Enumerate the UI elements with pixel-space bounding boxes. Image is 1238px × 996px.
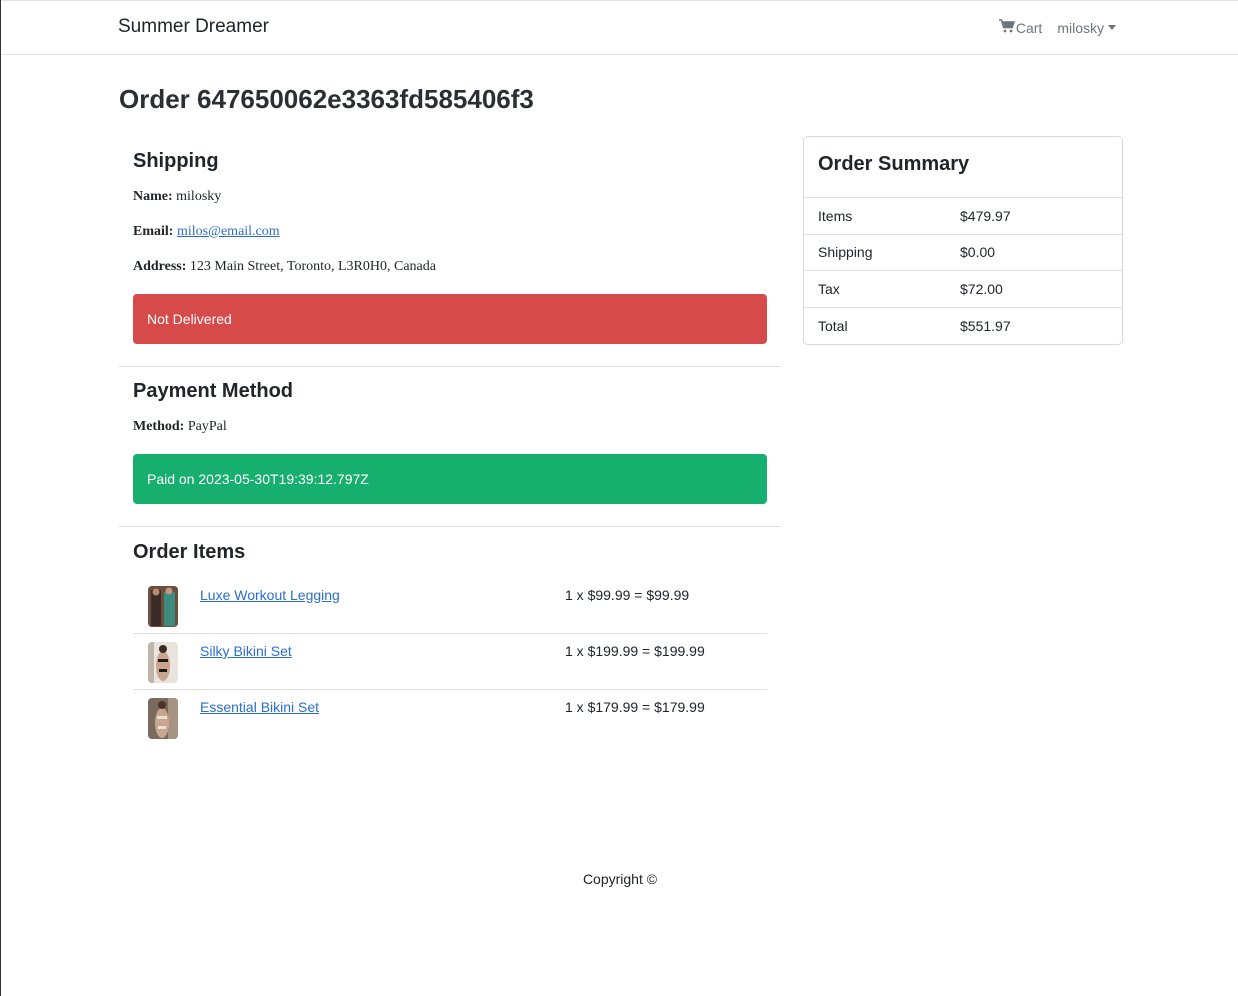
order-items-section: Order Items Luxe Workout Legging 1 x $99… [119,526,781,768]
item-price: 1 x $99.99 = $99.99 [565,587,690,603]
summary-value: $72.00 [960,280,1003,297]
cart-link[interactable]: Cart [998,19,1043,36]
item-price: 1 x $179.99 = $179.99 [565,699,705,715]
user-dropdown[interactable]: milosky [1057,20,1116,36]
item-price: 1 x $199.99 = $199.99 [565,643,705,659]
list-item: Essential Bikini Set 1 x $179.99 = $179.… [133,690,767,746]
cart-icon [998,19,1016,36]
order-details: Shipping Name: milosky Email: milos@emai… [119,136,781,768]
summary-label: Items [818,207,853,224]
summary-label: Shipping [818,244,873,261]
product-image [148,586,178,627]
product-link[interactable]: Luxe Workout Legging [200,587,340,603]
nav-right: Cart milosky [998,19,1116,36]
email-link[interactable]: milos@email.com [177,224,280,239]
list-item: Luxe Workout Legging 1 x $99.99 = $99.99 [133,578,767,634]
payment-heading: Payment Method [133,380,294,402]
payment-status-alert: Paid on 2023-05-30T19:39:12.797Z [133,454,767,504]
email-label: Email: [133,224,174,239]
shipping-heading: Shipping [133,150,219,172]
summary-label: Tax [818,280,840,297]
summary-value: $0.00 [960,244,996,261]
brand-link[interactable]: Summer Dreamer [118,16,269,38]
delivery-status-alert: Not Delivered [133,294,767,344]
product-link[interactable]: Essential Bikini Set [200,699,319,715]
summary-row-shipping: Shipping $0.00 [804,235,1122,271]
navbar: Summer Dreamer Cart milosky [1,0,1238,55]
product-image [148,642,178,683]
list-item: Silky Bikini Set 1 x $199.99 = $199.99 [133,634,767,690]
order-items-heading: Order Items [133,541,246,563]
shipping-email: Email: milos@email.com [133,224,767,240]
footer-copyright: Copyright © [582,871,658,887]
method-label: Method: [133,419,185,434]
address-label: Address: [133,259,187,274]
page-title: Order 647650062e3363fd585406f3 [119,84,534,114]
product-link[interactable]: Silky Bikini Set [200,643,292,659]
summary-value: $479.97 [960,207,1011,224]
name-value: milosky [176,189,222,204]
summary-row-tax: Tax $72.00 [804,271,1122,308]
address-value: 123 Main Street, Toronto, L3R0H0, Canada [189,259,436,274]
name-label: Name: [133,189,173,204]
shipping-address: Address: 123 Main Street, Toronto, L3R0H… [133,259,767,275]
shipping-section: Shipping Name: milosky Email: milos@emai… [119,136,781,366]
shipping-name: Name: milosky [133,189,767,205]
order-summary-heading: Order Summary [804,137,1122,198]
product-image [148,698,178,739]
order-summary-card: Order Summary Items $479.97 Shipping $0.… [803,136,1123,345]
cart-label: Cart [1015,19,1043,36]
method-value: PayPal [187,419,227,434]
user-label: milosky [1057,19,1104,36]
summary-value: $551.97 [960,317,1011,334]
chevron-down-icon [1108,25,1116,30]
summary-row-total: Total $551.97 [804,308,1122,345]
payment-section: Payment Method Method: PayPal Paid on 20… [119,366,781,526]
summary-label: Total [818,317,848,334]
payment-method: Method: PayPal [133,419,767,435]
summary-row-items: Items $479.97 [804,198,1122,235]
